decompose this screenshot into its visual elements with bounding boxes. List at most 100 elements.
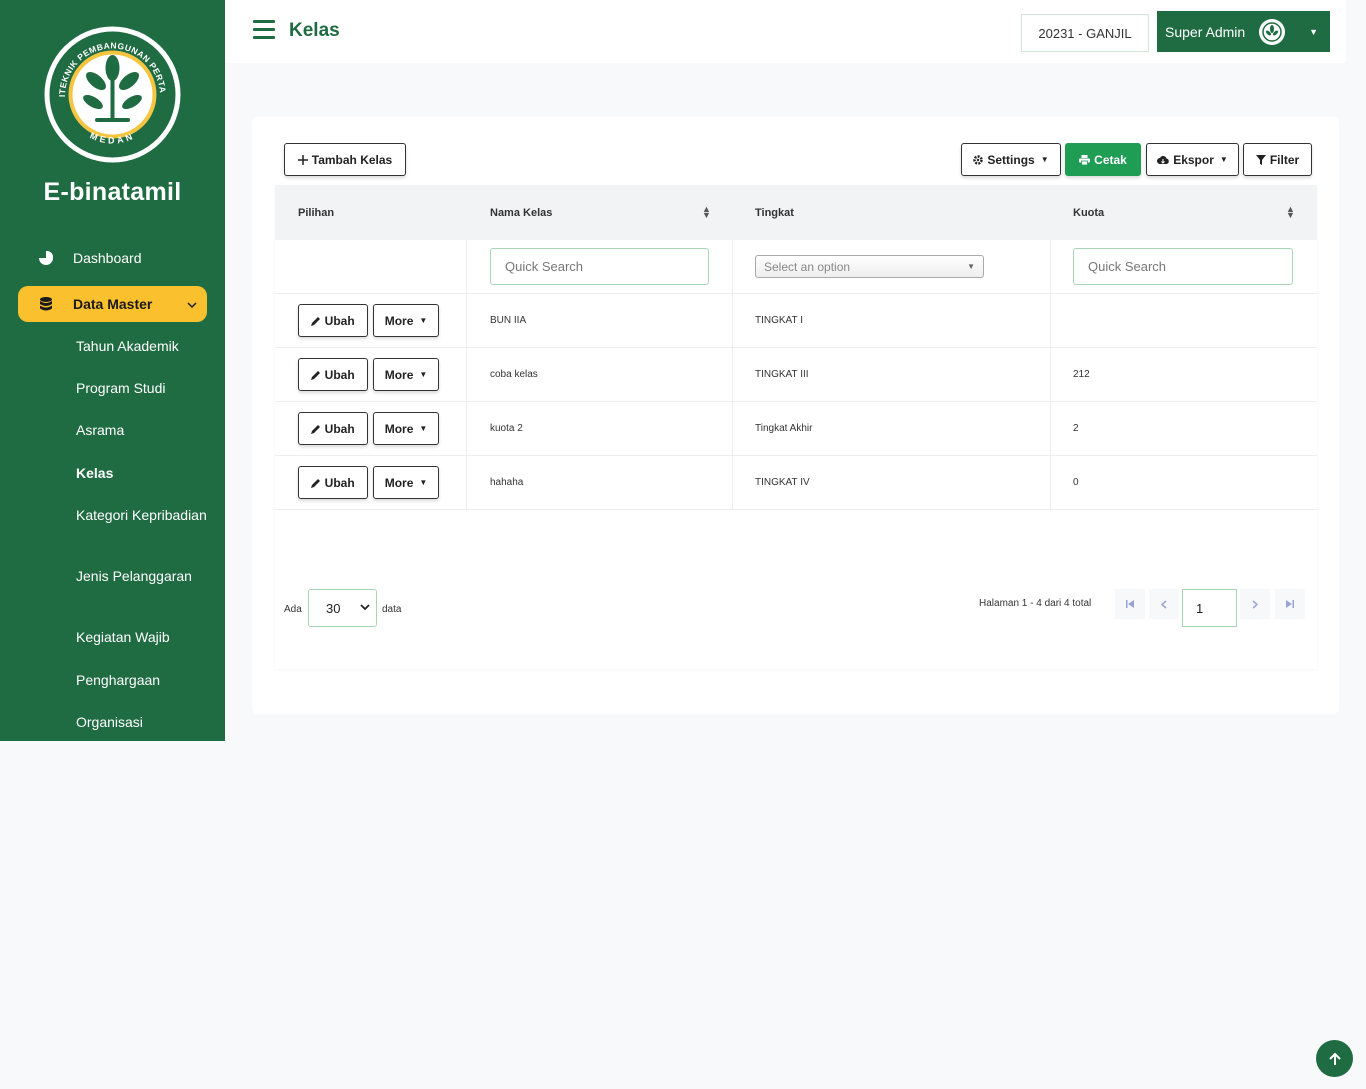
page-title: Kelas <box>289 20 340 41</box>
sidebar-item-kegiatan-wajib[interactable]: Kegiatan Wajib <box>76 628 216 647</box>
sidebar-item-tahun-akademik[interactable]: Tahun Akademik <box>76 337 216 356</box>
polbangtan-logo: POLITEKNIK PEMBANGUNAN PERTANIAN MEDAN <box>39 18 182 163</box>
filter-label: Filter <box>1269 152 1300 167</box>
add-class-button[interactable]: Tambah Kelas <box>284 143 406 176</box>
sidebar-item-kategori-kepribadian[interactable]: Kategori Kepribadian <box>76 506 216 525</box>
nama-kelas-search-input[interactable]: Quick Search <box>490 248 709 285</box>
first-page-icon[interactable] <box>1115 589 1145 619</box>
edit-button[interactable]: Ubah <box>298 358 368 391</box>
more-button[interactable]: More ▼ <box>373 358 439 391</box>
settings-label: Settings <box>987 152 1035 167</box>
edit-label: Ubah <box>324 421 355 436</box>
next-page-icon[interactable] <box>1240 589 1270 619</box>
sort-icon[interactable]: ▲ ▼ <box>702 205 711 220</box>
cell-nama-kelas: kuota 2 <box>490 423 523 434</box>
scroll-to-top-button[interactable] <box>1316 1040 1353 1077</box>
cell-kuota: 212 <box>1073 369 1090 380</box>
class-table: Pilihan Nama Kelas ▲ ▼ Tingkat Kuota ▲ ▼ Q… <box>275 185 1317 669</box>
sort-icon[interactable]: ▲ ▼ <box>1286 205 1295 220</box>
cloud-download-icon <box>1157 155 1169 164</box>
kuota-search-placeholder: Quick Search <box>1088 259 1167 274</box>
caret-down-icon: ▼ <box>419 370 428 379</box>
export-button[interactable]: Ekspor ▼ <box>1146 143 1239 176</box>
col-header-nama-kelas[interactable]: Nama Kelas <box>490 207 552 219</box>
tingkat-select[interactable]: Select an option ▼ <box>755 255 984 278</box>
sidebar-item-penghargaan[interactable]: Penghargaan <box>76 671 216 690</box>
sidebar-item-organisasi[interactable]: Organisasi <box>76 713 216 732</box>
per-page-select[interactable]: 30 <box>308 589 377 627</box>
edit-button[interactable]: Ubah <box>298 304 368 337</box>
prev-page-icon[interactable] <box>1149 589 1179 619</box>
filter-button[interactable]: Filter <box>1243 143 1312 176</box>
table-row: Ubah More ▼ coba kelas TINGKAT III 212 <box>275 348 1317 402</box>
sidebar-item-program-studi[interactable]: Program Studi <box>76 379 216 398</box>
print-icon <box>1079 154 1091 165</box>
pencil-icon <box>311 370 321 380</box>
nav-data-master-label: Data Master <box>73 296 153 312</box>
edit-button[interactable]: Ubah <box>298 466 368 499</box>
sidebar-item-kelas[interactable]: Kelas <box>76 464 216 483</box>
edit-label: Ubah <box>324 313 355 328</box>
caret-down-icon: ▼ <box>1040 155 1049 164</box>
user-menu-button[interactable]: Super Admin ▼ <box>1157 11 1330 52</box>
more-label: More <box>384 475 414 490</box>
academic-period-value: 20231 - GANJIL <box>1038 25 1132 41</box>
edit-label: Ubah <box>324 367 355 382</box>
col-header-kuota[interactable]: Kuota <box>1073 207 1104 219</box>
hamburger-menu-icon[interactable] <box>253 20 275 40</box>
nav-data-master[interactable]: Data Master <box>18 286 207 322</box>
cell-tingkat: TINGKAT IV <box>755 477 810 488</box>
avatar <box>1259 18 1286 45</box>
cell-nama-kelas: coba kelas <box>490 369 538 380</box>
per-page-suffix: data <box>382 604 402 615</box>
cell-nama-kelas: BUN IIA <box>490 315 527 326</box>
caret-down-icon: ▼ <box>967 262 975 271</box>
nama-kelas-search-placeholder: Quick Search <box>505 259 584 274</box>
edit-label: Ubah <box>324 475 355 490</box>
col-header-tingkat: Tingkat <box>755 207 794 219</box>
sidebar-item-jenis-pelanggaran[interactable]: Jenis Pelanggaran <box>76 567 216 586</box>
col-header-pilihan: Pilihan <box>298 207 335 219</box>
kuota-search-input[interactable]: Quick Search <box>1073 248 1293 285</box>
more-label: More <box>384 313 414 328</box>
per-page-prefix: Ada <box>284 604 302 615</box>
pagination-info: Halaman 1 - 4 dari 4 total <box>979 598 1092 609</box>
filter-row: Quick Search Select an option ▼ Quick Se… <box>275 240 1317 294</box>
arrow-up-icon <box>1328 1052 1341 1065</box>
more-label: More <box>384 421 414 436</box>
chevron-down-icon <box>360 603 370 614</box>
sidebar-item-asrama[interactable]: Asrama <box>76 421 216 440</box>
pencil-icon <box>311 316 321 326</box>
export-label: Ekspor <box>1173 152 1214 167</box>
filter-icon <box>1255 154 1266 165</box>
page-number-input[interactable]: 1 <box>1182 589 1237 627</box>
pie-chart-icon <box>18 251 73 265</box>
plus-icon <box>297 154 308 165</box>
caret-down-icon: ▼ <box>1309 26 1318 37</box>
print-label: Cetak <box>1094 152 1127 167</box>
sidebar: POLITEKNIK PEMBANGUNAN PERTANIAN MEDAN E… <box>0 0 225 741</box>
more-button[interactable]: More ▼ <box>373 412 439 445</box>
cell-kuota: 0 <box>1073 477 1079 488</box>
caret-down-icon: ▼ <box>1219 155 1228 164</box>
settings-button[interactable]: Settings ▼ <box>961 143 1061 176</box>
table-header: Pilihan Nama Kelas ▲ ▼ Tingkat Kuota ▲ ▼ <box>275 185 1317 240</box>
nav-dashboard[interactable]: Dashboard <box>18 240 207 276</box>
academic-period-select[interactable]: 20231 - GANJIL <box>1021 14 1149 52</box>
more-button[interactable]: More ▼ <box>373 466 439 499</box>
last-page-icon[interactable] <box>1275 589 1305 619</box>
more-button[interactable]: More ▼ <box>373 304 439 337</box>
caret-down-icon: ▼ <box>419 316 428 325</box>
cell-nama-kelas: hahaha <box>490 477 524 488</box>
per-page-value: 30 <box>326 600 341 616</box>
edit-button[interactable]: Ubah <box>298 412 368 445</box>
print-button[interactable]: Cetak <box>1065 143 1141 176</box>
database-icon <box>18 297 73 311</box>
more-label: More <box>384 367 414 382</box>
pencil-icon <box>311 478 321 488</box>
caret-down-icon: ▼ <box>419 424 428 433</box>
nav-dashboard-label: Dashboard <box>73 250 142 266</box>
chevron-down-icon <box>187 296 197 312</box>
table-row: Ubah More ▼ kuota 2 Tingkat Akhir 2 <box>275 402 1317 456</box>
user-name: Super Admin <box>1165 23 1246 40</box>
